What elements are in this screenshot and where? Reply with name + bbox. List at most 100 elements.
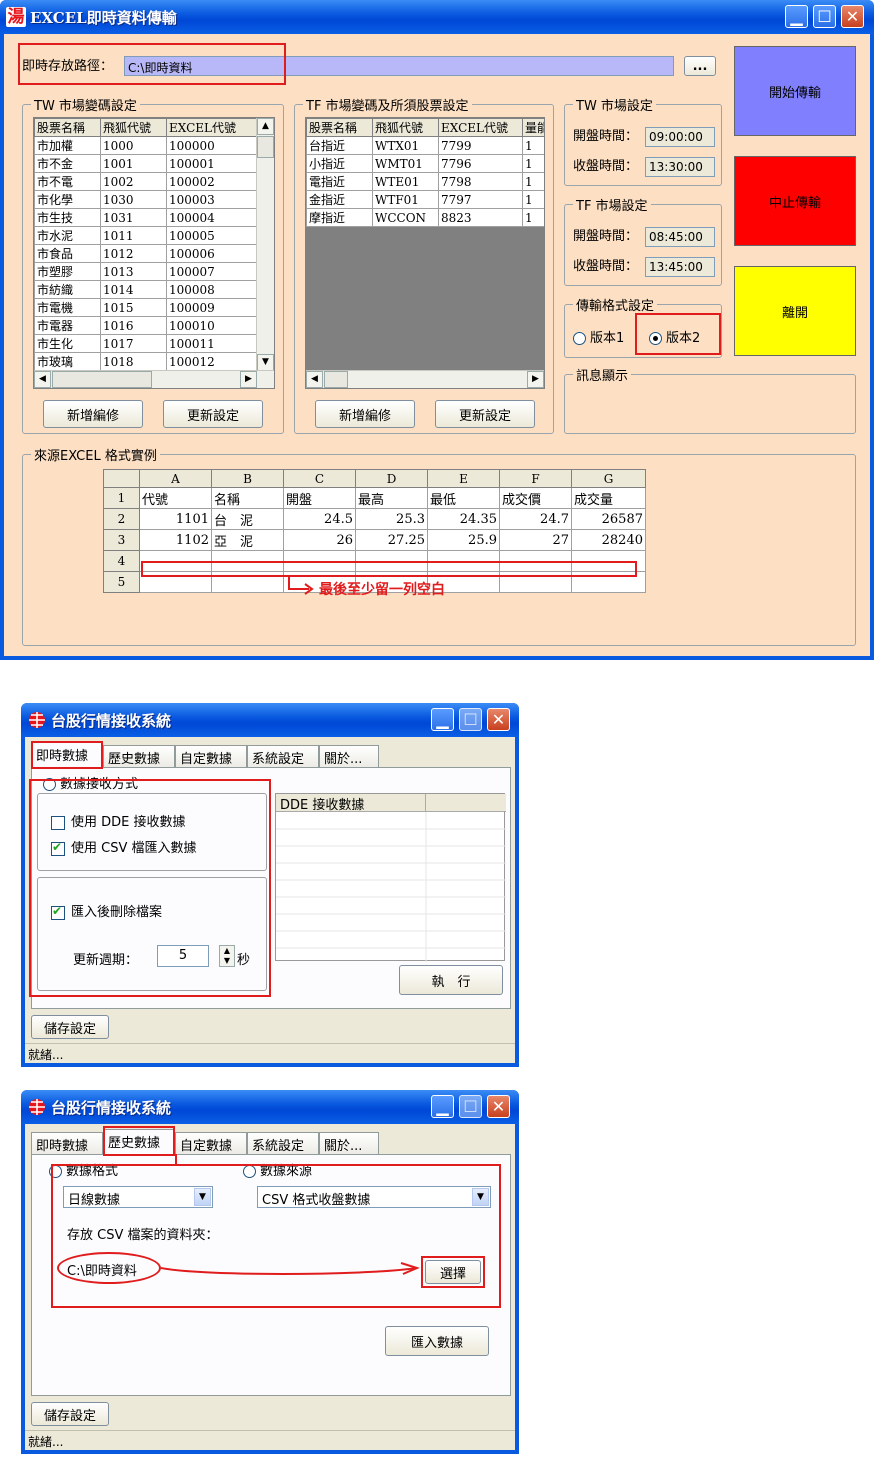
browse-button[interactable]: ... (684, 56, 716, 76)
scroll-right-icon[interactable]: ▶ (527, 371, 544, 388)
tw-open-time-input[interactable]: 09:00:00 (645, 127, 715, 147)
tab-4[interactable]: 關於... (319, 1132, 379, 1154)
maximize-button: ☐ (459, 1095, 482, 1118)
table-row[interactable]: 市玻璃 1018 100012 (34, 352, 257, 371)
tf-horizontal-scrollbar[interactable]: ◀ ▶ (306, 370, 544, 388)
close-icon: ✕ (491, 710, 506, 729)
close-button[interactable]: ✕ (841, 5, 864, 28)
table-row[interactable]: 摩指近 WCCON 8823 1 (306, 208, 544, 227)
table-row[interactable]: 市塑膠 1013 100007 (34, 262, 257, 281)
exit-button[interactable]: 離開 (734, 266, 856, 356)
table-cell: 摩指近 (306, 208, 373, 227)
table-cell: 24.5 (283, 508, 356, 530)
tf-open-time-input[interactable]: 08:45:00 (645, 227, 715, 247)
table-row[interactable]: 小指近 WMT01 7796 1 (306, 154, 544, 173)
excel-column-header: E (427, 469, 500, 488)
tab-3[interactable]: 系統設定 (247, 1132, 319, 1154)
tf-column-header[interactable]: 量能 (522, 118, 544, 137)
close-button[interactable]: ✕ (487, 1095, 510, 1118)
title-bar[interactable]: 台股行情接收系統 ▁ ☐ ✕ (21, 703, 519, 737)
run-button[interactable]: 執 行 (399, 965, 503, 995)
tab-highlight (103, 1126, 175, 1156)
table-row[interactable]: 台指近 WTX01 7799 1 (306, 136, 544, 155)
tf-column-header[interactable]: 股票名稱 (306, 118, 373, 137)
table-cell: 8823 (438, 208, 523, 227)
import-data-button[interactable]: 匯入數據 (385, 1326, 489, 1356)
tf-column-header[interactable]: EXCEL代號 (438, 118, 523, 137)
title-bar[interactable]: 台股行情接收系統 ▁ ☐ ✕ (21, 1090, 519, 1124)
scroll-right-icon[interactable]: ▶ (240, 371, 257, 388)
table-cell: WTE01 (372, 172, 439, 191)
close-button[interactable]: ✕ (487, 708, 510, 731)
tw-update-button[interactable]: 更新設定 (163, 400, 263, 428)
table-row[interactable]: 電指近 WTE01 7798 1 (306, 172, 544, 191)
tf-column-header[interactable]: 飛狐代號 (372, 118, 439, 137)
scroll-thumb[interactable] (52, 371, 152, 388)
minimize-button[interactable]: ▁ (431, 708, 454, 731)
tw-vertical-scrollbar[interactable]: ▲ ▼ (256, 118, 274, 371)
table-cell: 市化學 (34, 190, 101, 209)
start-transfer-button[interactable]: 開始傳輸 (734, 46, 856, 136)
tab-3[interactable]: 系統設定 (247, 745, 319, 767)
minimize-button[interactable]: ▁ (431, 1095, 454, 1118)
scroll-up-icon[interactable]: ▲ (257, 118, 274, 135)
table-row[interactable]: 市生技 1031 100004 (34, 208, 257, 227)
version1-label: 版本1 (590, 331, 625, 346)
excel-column-header: F (499, 469, 572, 488)
tw-horizontal-scrollbar[interactable]: ◀ ▶ (34, 370, 274, 388)
table-row[interactable]: 市水泥 1011 100005 (34, 226, 257, 245)
save-settings-button[interactable]: 儲存設定 (31, 1402, 109, 1426)
scroll-left-icon[interactable]: ◀ (306, 371, 323, 388)
table-cell: 1 (522, 208, 544, 227)
version2-highlight (635, 313, 721, 355)
table-row[interactable]: 市電機 1015 100009 (34, 298, 257, 317)
tw-column-header[interactable]: 股票名稱 (34, 118, 101, 137)
scroll-left-icon[interactable]: ◀ (34, 371, 51, 388)
tf-close-time-input[interactable]: 13:45:00 (645, 257, 715, 277)
table-cell: 1016 (100, 316, 167, 335)
table-row[interactable]: 市不金 1001 100001 (34, 154, 257, 173)
tw-close-time-input[interactable]: 13:30:00 (645, 157, 715, 177)
scroll-down-icon[interactable]: ▼ (257, 354, 274, 371)
version1-radio[interactable]: 版本1 (573, 327, 624, 346)
table-cell: 1030 (100, 190, 167, 209)
stop-transfer-button[interactable]: 中止傳輸 (734, 156, 856, 246)
table-row[interactable]: 市加權 1000 100000 (34, 136, 257, 155)
tf-update-button[interactable]: 更新設定 (435, 400, 535, 428)
tw-column-header[interactable]: EXCEL代號 (166, 118, 257, 137)
excel-row-number: 4 (103, 550, 140, 572)
tab-0[interactable]: 即時數據 (31, 1132, 103, 1154)
table-cell: 25.9 (427, 529, 500, 551)
table-cell: 市紡織 (34, 280, 101, 299)
maximize-button[interactable]: ☐ (813, 5, 836, 28)
tab-2[interactable]: 自定數據 (175, 1132, 247, 1154)
tab-4[interactable]: 關於... (319, 745, 379, 767)
table-cell: 名稱 (211, 487, 284, 509)
table-row[interactable]: 市食品 1012 100006 (34, 244, 257, 263)
save-settings-button[interactable]: 儲存設定 (31, 1015, 109, 1039)
scroll-thumb[interactable] (257, 136, 274, 158)
tw-column-header[interactable]: 飛狐代號 (100, 118, 167, 137)
table-cell: 台 泥 (211, 508, 284, 530)
options-highlight (29, 779, 271, 997)
table-cell: 1013 (100, 262, 167, 281)
tab-2[interactable]: 自定數據 (175, 745, 247, 767)
table-row[interactable]: 金指近 WTF01 7797 1 (306, 190, 544, 209)
minimize-button[interactable]: ▁ (785, 5, 808, 28)
tw-add-edit-button[interactable]: 新增編修 (43, 400, 143, 428)
tf-add-edit-button[interactable]: 新增編修 (315, 400, 415, 428)
title-bar[interactable]: 湯 EXCEL即時資料傳輸 ▁ ☐ ✕ (0, 0, 874, 34)
tab-1[interactable]: 歷史數據 (103, 745, 175, 767)
table-row[interactable]: 市不電 1002 100002 (34, 172, 257, 191)
table-cell: 成交量 (571, 487, 646, 509)
message-group: 訊息顯示 (564, 365, 856, 434)
tf-code-table: 股票名稱飛狐代號EXCEL代號量能台指近WTX0177991小指近WMT0177… (306, 118, 544, 227)
table-row[interactable]: 市化學 1030 100003 (34, 190, 257, 209)
scroll-thumb[interactable] (324, 371, 348, 388)
quote-receiver-window-realtime: 台股行情接收系統 ▁ ☐ ✕ 即時數據 歷史數據 自定數據 系統設定 關於... 數據接… (21, 703, 519, 1067)
table-row[interactable]: 市電器 1016 100010 (34, 316, 257, 335)
table-cell: 市生技 (34, 208, 101, 227)
table-row[interactable]: 市生化 1017 100011 (34, 334, 257, 353)
table-row[interactable]: 市紡織 1014 100008 (34, 280, 257, 299)
tab-highlight (31, 741, 103, 769)
